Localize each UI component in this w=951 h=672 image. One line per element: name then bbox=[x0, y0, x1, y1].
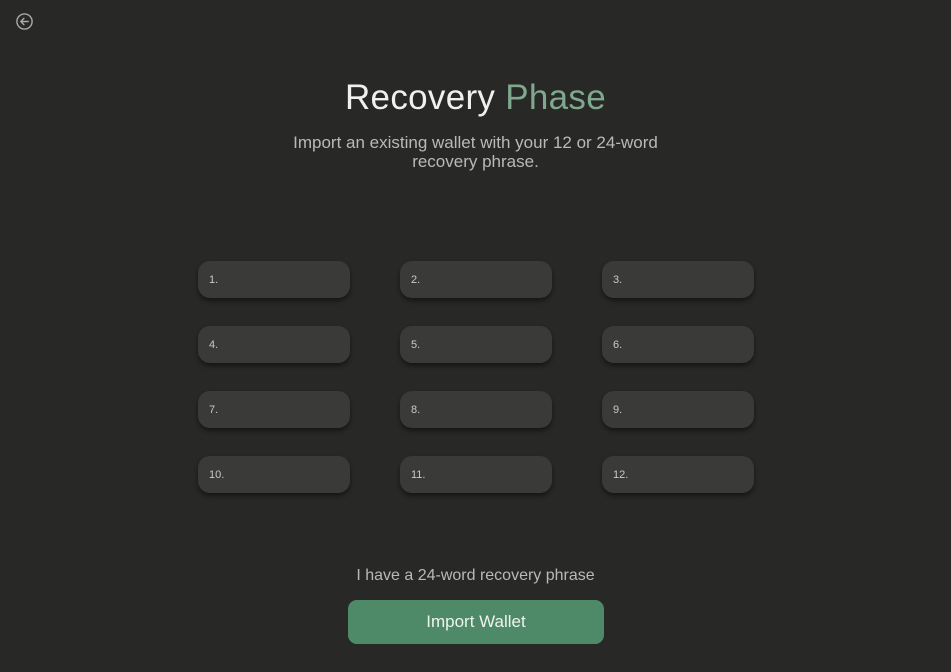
word-slot-3[interactable]: 3. bbox=[602, 261, 754, 298]
word-slot-7[interactable]: 7. bbox=[198, 391, 350, 428]
word-slot-number: 4. bbox=[209, 338, 219, 351]
import-wallet-button[interactable]: Import Wallet bbox=[348, 600, 604, 644]
word-slot-9[interactable]: 9. bbox=[602, 391, 754, 428]
word-slot-number: 1. bbox=[209, 273, 219, 286]
word-slot-number: 5. bbox=[411, 338, 421, 351]
word-slot-12[interactable]: 12. bbox=[602, 456, 754, 493]
word-slot-number: 11. bbox=[411, 468, 426, 481]
word-slot-number: 12. bbox=[613, 468, 629, 481]
word-slot-2[interactable]: 2. bbox=[400, 261, 552, 298]
back-button[interactable] bbox=[15, 12, 34, 31]
word-slot-number: 2. bbox=[411, 273, 421, 286]
word-slot-number: 9. bbox=[613, 403, 623, 416]
title-accent: Phase bbox=[505, 78, 606, 117]
word-slot-number: 8. bbox=[411, 403, 421, 416]
page-subtitle: Import an existing wallet with your 12 o… bbox=[293, 133, 658, 171]
word-slot-5[interactable]: 5. bbox=[400, 326, 552, 363]
arrow-left-circle-icon bbox=[16, 13, 33, 30]
24-word-toggle-link[interactable]: I have a 24-word recovery phrase bbox=[0, 566, 951, 586]
word-slot-11[interactable]: 11. bbox=[400, 456, 552, 493]
word-slot-4[interactable]: 4. bbox=[198, 326, 350, 363]
word-slot-6[interactable]: 6. bbox=[602, 326, 754, 363]
title-primary: Recovery bbox=[344, 78, 496, 117]
word-slot-number: 3. bbox=[613, 273, 623, 286]
word-slot-10[interactable]: 10. bbox=[198, 456, 350, 493]
recovery-word-grid: 1. 2. 3. 4. 5. 6. 7. 8. 9. 10. 11. 12. bbox=[198, 261, 754, 493]
word-slot-number: 7. bbox=[209, 403, 219, 416]
word-slot-number: 10. bbox=[209, 468, 225, 481]
word-slot-number: 6. bbox=[613, 338, 623, 351]
word-slot-8[interactable]: 8. bbox=[400, 391, 552, 428]
word-slot-1[interactable]: 1. bbox=[198, 261, 350, 298]
page-title: Recovery Phase bbox=[0, 78, 951, 118]
